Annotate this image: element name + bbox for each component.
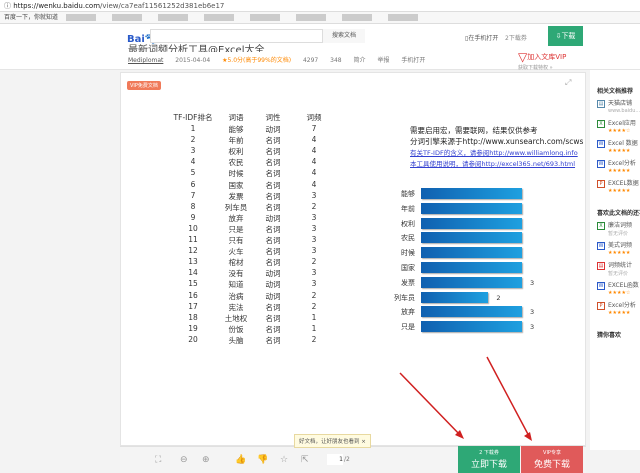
annotation-arrows — [399, 356, 532, 441]
arrow-to-download — [399, 372, 463, 438]
arrow-to-vip — [486, 356, 531, 439]
